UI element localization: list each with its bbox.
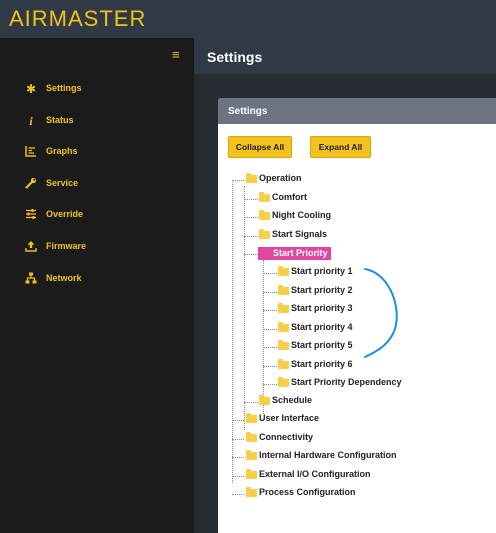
tree-item-label: Operation bbox=[259, 173, 302, 183]
sliders-icon bbox=[24, 208, 38, 222]
tree-item-label: Start priority 1 bbox=[291, 266, 353, 276]
tree-item-label: Connectivity bbox=[259, 432, 314, 442]
top-bar: AIRMASTER bbox=[0, 0, 496, 38]
tree-item-label: Start Signals bbox=[272, 229, 328, 239]
settings-tree: Operation Comfort Night Cooling Start Si… bbox=[218, 98, 496, 533]
tree-connector bbox=[244, 402, 258, 403]
gear-icon: ✱ bbox=[25, 82, 37, 96]
wrench-icon bbox=[24, 177, 38, 191]
folder-icon bbox=[259, 210, 270, 220]
hamburger-icon[interactable]: ≡ bbox=[172, 48, 180, 61]
upload-icon bbox=[24, 240, 38, 254]
tree-connector bbox=[232, 457, 244, 458]
tree-connector bbox=[244, 236, 258, 237]
tree-connector bbox=[244, 186, 245, 430]
tree-connector bbox=[232, 180, 244, 181]
network-icon bbox=[24, 272, 38, 286]
sidebar-item-label: Override bbox=[46, 209, 84, 219]
tree-item-label: External I/O Configuration bbox=[259, 469, 371, 479]
tree-item-label: Start Priority bbox=[258, 247, 331, 260]
tree-item-label: Process Configuration bbox=[259, 487, 356, 497]
tree-connector bbox=[232, 476, 244, 477]
sidebar-item-status[interactable]: i Status bbox=[0, 112, 194, 134]
sidebar-item-label: Network bbox=[46, 273, 82, 283]
tree-item-label: Start priority 3 bbox=[291, 303, 353, 313]
folder-icon bbox=[278, 359, 289, 369]
folder-icon bbox=[246, 450, 257, 460]
sidebar-item-network[interactable]: Network bbox=[0, 270, 194, 292]
tree-item-label: Start priority 5 bbox=[291, 340, 353, 350]
page-title: Settings bbox=[207, 49, 263, 65]
tree-item-label: Start priority 6 bbox=[291, 359, 353, 369]
brand-logo: AIRMASTER bbox=[9, 6, 147, 31]
tree-item-label: Start Priority Dependency bbox=[291, 377, 402, 387]
tree-connector bbox=[232, 180, 233, 483]
tree-item-label: Schedule bbox=[272, 395, 313, 405]
tree-connector bbox=[263, 384, 277, 385]
sidebar-item-label: Firmware bbox=[46, 241, 87, 251]
settings-panel: Settings Collapse All Expand All Operati… bbox=[218, 98, 496, 533]
folder-icon bbox=[259, 229, 270, 239]
folder-icon bbox=[246, 487, 257, 497]
main-header: Settings bbox=[194, 38, 496, 74]
tree-connector bbox=[232, 420, 244, 421]
main-area: Settings Settings Collapse All Expand Al… bbox=[194, 38, 496, 533]
folder-icon bbox=[278, 266, 289, 276]
folder-icon bbox=[246, 432, 257, 442]
sidebar-item-label: Graphs bbox=[46, 146, 78, 156]
folder-icon bbox=[246, 413, 257, 423]
folder-open-icon bbox=[246, 173, 257, 183]
folder-icon bbox=[278, 285, 289, 295]
sidebar-item-label: Settings bbox=[46, 83, 82, 93]
tree-connector bbox=[244, 254, 258, 255]
tree-item-label: Internal Hardware Configuration bbox=[259, 450, 397, 460]
tree-connector bbox=[263, 260, 264, 414]
info-icon: i bbox=[29, 114, 33, 128]
tree-connector bbox=[263, 329, 277, 330]
tree-item-label: Start priority 4 bbox=[291, 322, 353, 332]
folder-icon bbox=[278, 377, 289, 387]
tree-connector bbox=[263, 347, 277, 348]
tree-connector bbox=[263, 366, 277, 367]
tree-connector bbox=[244, 199, 258, 200]
tree-item-label: Comfort bbox=[272, 192, 307, 202]
folder-icon bbox=[278, 303, 289, 313]
sidebar-item-firmware[interactable]: Firmware bbox=[0, 238, 194, 260]
sidebar-item-graphs[interactable]: Graphs bbox=[0, 143, 194, 165]
tree-item-label: Start priority 2 bbox=[291, 285, 353, 295]
sidebar-header: ≡ bbox=[0, 38, 194, 74]
tree-item-label: Night Cooling bbox=[272, 210, 331, 220]
sidebar-item-settings[interactable]: ✱ Settings bbox=[0, 80, 194, 102]
folder-icon bbox=[278, 340, 289, 350]
sidebar-item-override[interactable]: Override bbox=[0, 206, 194, 228]
sidebar: ≡ ✱ Settings i Status Graphs Service Ove… bbox=[0, 38, 194, 533]
tree-connector bbox=[232, 439, 244, 440]
tree-connector bbox=[263, 292, 277, 293]
tree-connector bbox=[263, 273, 277, 274]
chart-icon bbox=[24, 145, 38, 159]
sidebar-item-label: Service bbox=[46, 178, 79, 188]
tree-connector bbox=[244, 217, 258, 218]
tree-connector bbox=[232, 494, 244, 495]
folder-icon bbox=[278, 322, 289, 332]
sidebar-item-label: Status bbox=[46, 115, 74, 125]
folder-icon bbox=[246, 469, 257, 479]
folder-icon bbox=[259, 192, 270, 202]
tree-item-label: User Interface bbox=[259, 413, 320, 423]
folder-icon bbox=[259, 395, 270, 405]
tree-connector bbox=[263, 310, 277, 311]
annotation-bracket bbox=[364, 268, 398, 358]
sidebar-item-service[interactable]: Service bbox=[0, 175, 194, 197]
